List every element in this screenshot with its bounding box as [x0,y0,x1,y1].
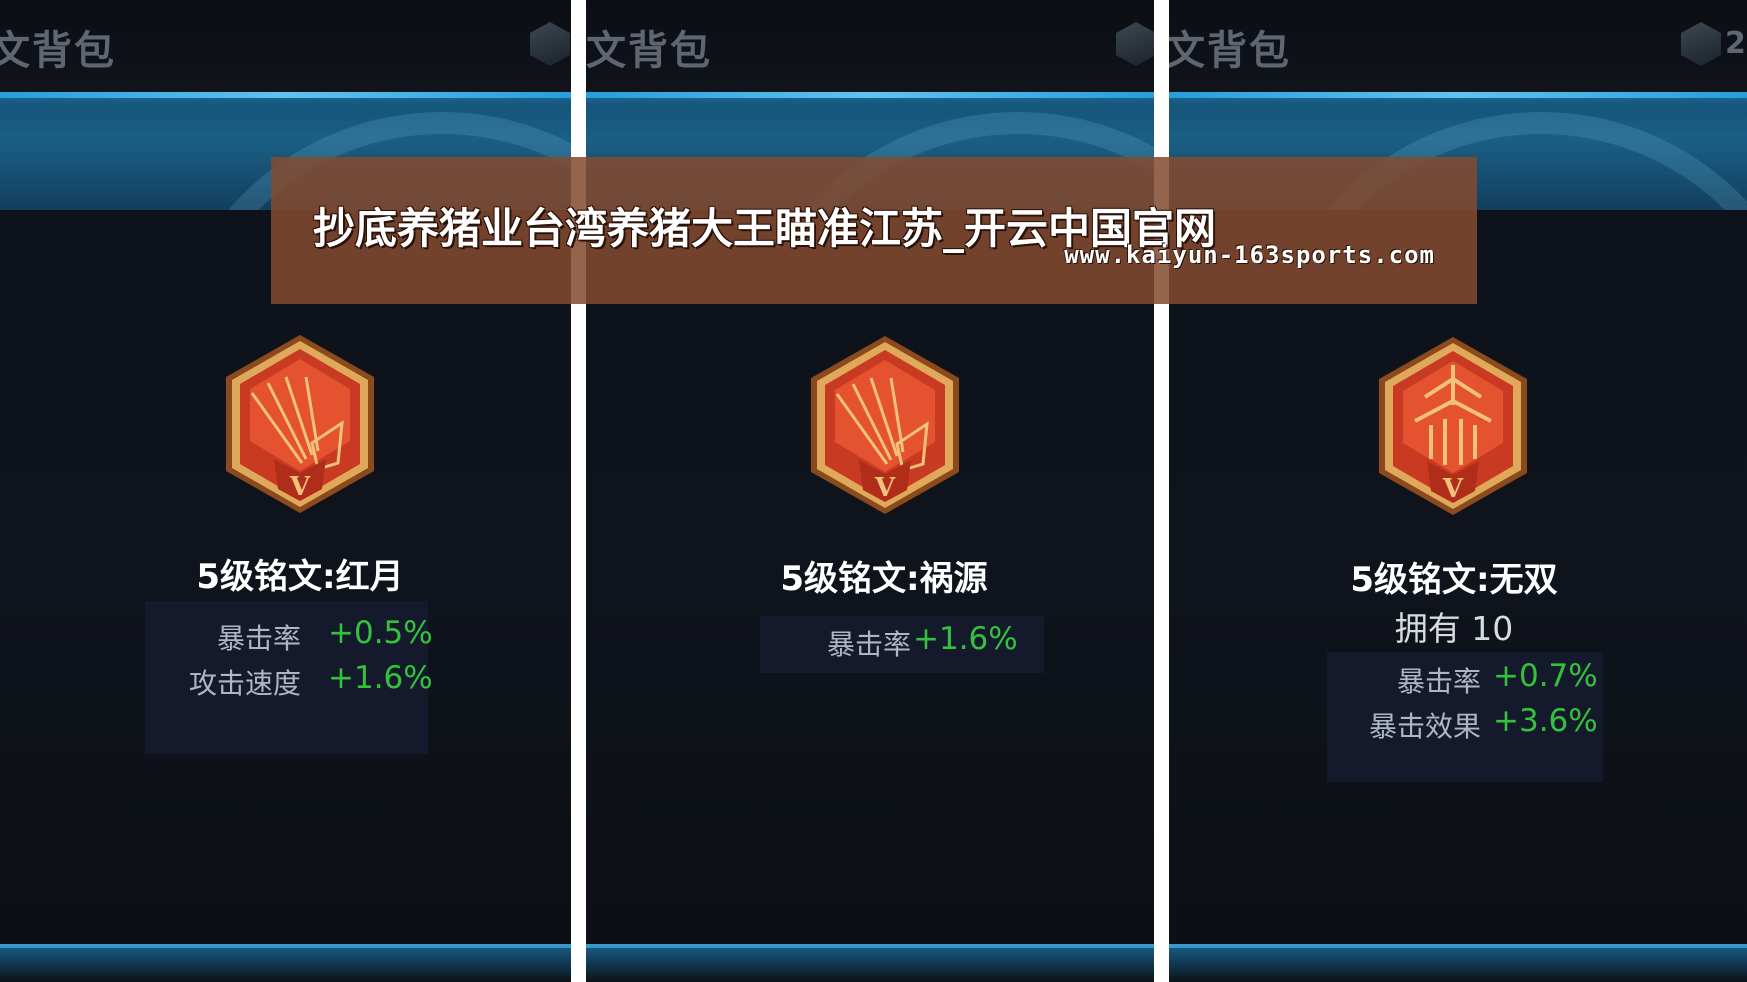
rune-name: 5级铭文:无双 [1350,560,1558,600]
level-mark: V [1442,474,1464,504]
hex-gem-icon [530,22,570,66]
rune-emblem-icon[interactable]: V [222,333,378,515]
top-bar: 文背包 [586,0,1154,94]
stat-value: +0.7% [1493,658,1598,694]
footer-decoration [0,944,571,982]
stat-label: 暴击效果 [1368,710,1481,743]
stat-label: 暴击率 [826,628,911,661]
bag-title-fragment: 文背包 [1169,28,1291,74]
hex-gem-icon [1681,22,1721,66]
panel-divider [1154,0,1169,982]
stat-label: 暴击率 [1396,665,1481,698]
stat-row: 暴击效果 +3.6% [1327,699,1603,743]
level-mark: V [874,473,896,503]
stat-label: 攻击速度 [188,667,301,700]
top-bar: 文背包 20 [1169,0,1747,94]
footer-decoration [586,944,1154,982]
rune-name: 5级铭文:红月 [196,557,404,597]
panel-divider [571,0,586,982]
stats-box: 暴击率 +0.5% 攻击速度 +1.6% [145,601,433,754]
footer-decoration [1169,944,1747,982]
rune-panel-3: 文背包 20 V 5级铭文:无双 拥有 10 暴击率 +0.7% 暴击效果 +3… [1169,0,1747,982]
bag-title-fragment: 文背包 [586,28,712,74]
hex-gem-icon [1116,22,1154,66]
rune-panel-2: 文背包 V 5级铭文:祸源 暴击率 +1.6% [586,0,1154,982]
rune-name: 5级铭文:祸源 [780,559,988,599]
stat-row: 暴击率 +1.6% [760,616,1044,661]
stat-value: +0.5% [328,615,433,651]
stat-value: +1.6% [913,621,1018,657]
headline-banner: 抄底养猪业台湾养猪大王瞄准江苏_开云中国官网 www.kaiyun-163spo… [271,157,1477,304]
stat-value: +1.6% [328,660,433,696]
rune-emblem-icon[interactable]: V [1375,335,1531,517]
stats-box: 暴击率 +1.6% [760,616,1044,673]
rune-panel-1: 文背包 V 5级铭文:红月 暴击率 +0.5% 攻击速度 +1.6% [0,0,571,982]
stat-row: 暴击率 +0.5% [145,613,433,657]
top-bar: 文背包 [0,0,571,94]
rune-emblem-icon[interactable]: V [807,334,963,516]
banner-url[interactable]: www.kaiyun-163sports.com [1064,241,1435,269]
level-mark: V [289,472,311,502]
owned-count: 拥有 10 [1394,609,1514,648]
stat-row: 攻击速度 +1.6% [145,658,433,702]
header-right-fragment: 20 [1725,26,1747,61]
stat-label: 暴击率 [216,622,301,655]
stat-value: +3.6% [1493,703,1598,739]
stat-row: 暴击率 +0.7% [1327,654,1603,698]
bag-title-fragment: 文背包 [0,28,116,74]
stats-box: 暴击率 +0.7% 暴击效果 +3.6% [1327,652,1603,782]
